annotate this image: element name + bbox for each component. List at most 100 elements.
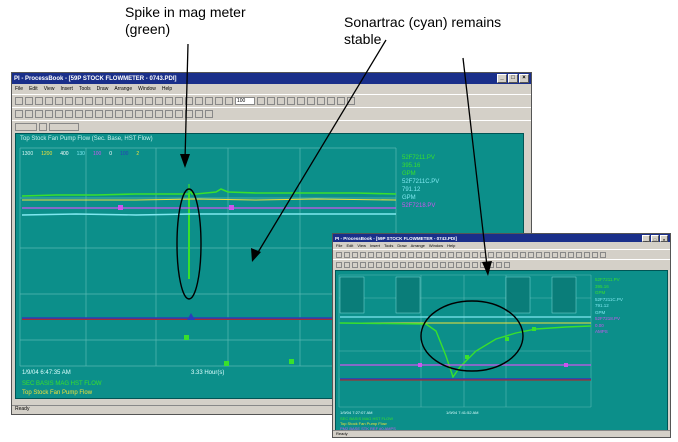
toolbar-button-icon[interactable] <box>287 97 295 105</box>
toolbar-button-icon[interactable] <box>35 97 43 105</box>
toolbar-button-icon[interactable] <box>225 97 233 105</box>
menu-item[interactable]: View <box>357 243 366 248</box>
toolbar-button-icon[interactable] <box>336 251 342 258</box>
toolbar-button-icon[interactable] <box>336 261 342 268</box>
toolbar-button-icon[interactable] <box>165 110 173 118</box>
toolbar-button-icon[interactable] <box>368 251 374 258</box>
menu-item[interactable]: Arrange <box>411 243 425 248</box>
toolbar-button-icon[interactable] <box>504 251 510 258</box>
toolbar-button-icon[interactable] <box>125 97 133 105</box>
toolbar-button-icon[interactable] <box>344 261 350 268</box>
zoom-title-bar[interactable]: PI - ProcessBook - [59P STOCK FLOWMETER … <box>333 234 670 242</box>
toolbar-button-icon[interactable] <box>65 97 73 105</box>
toolbar-button-icon[interactable] <box>360 251 366 258</box>
toolbar-button-icon[interactable] <box>205 110 213 118</box>
toolbar-button-icon[interactable] <box>544 251 550 258</box>
toolbar-button-icon[interactable] <box>552 251 558 258</box>
toolbar-button-icon[interactable] <box>105 97 113 105</box>
toolbar-button-icon[interactable] <box>155 110 163 118</box>
toolbar-button-icon[interactable] <box>25 97 33 105</box>
toolbar-button-icon[interactable] <box>480 261 486 268</box>
toolbar-button-icon[interactable] <box>384 251 390 258</box>
toolbar-button-icon[interactable] <box>432 251 438 258</box>
toolbar-button-icon[interactable] <box>456 261 462 268</box>
menu-item[interactable]: Help <box>162 86 172 92</box>
toolbar-button-icon[interactable] <box>45 110 53 118</box>
toolbar-button-icon[interactable] <box>376 251 382 258</box>
toolbar-button-icon[interactable] <box>392 251 398 258</box>
menu-item[interactable]: Insert <box>370 243 380 248</box>
toolbar-button-icon[interactable] <box>267 97 275 105</box>
toolbar-button-icon[interactable] <box>25 110 33 118</box>
toolbar-button-icon[interactable] <box>416 251 422 258</box>
toolbar-button-icon[interactable] <box>337 97 345 105</box>
toolbar-button-icon[interactable] <box>15 97 23 105</box>
toolbar-button-icon[interactable] <box>115 110 123 118</box>
toolbar-button-icon[interactable] <box>400 251 406 258</box>
toolbar-button-icon[interactable] <box>15 110 23 118</box>
toolbar-button-icon[interactable] <box>520 251 526 258</box>
pen-select-button[interactable] <box>39 122 47 131</box>
toolbar-button-icon[interactable] <box>464 261 470 268</box>
toolbar-button-icon[interactable] <box>408 251 414 258</box>
toolbar-button-icon[interactable] <box>432 261 438 268</box>
toolbar-button-icon[interactable] <box>600 251 606 258</box>
toolbar-button-icon[interactable] <box>440 261 446 268</box>
toolbar-button-icon[interactable] <box>85 110 93 118</box>
main-title-bar[interactable]: PI - ProcessBook - [59P STOCK FLOWMETER … <box>12 73 531 84</box>
toolbar-button-icon[interactable] <box>576 251 582 258</box>
toolbar-button-icon[interactable] <box>528 251 534 258</box>
toolbar-button-icon[interactable] <box>536 251 542 258</box>
toolbar-button-icon[interactable] <box>408 261 414 268</box>
toolbar-button-icon[interactable] <box>376 261 382 268</box>
toolbar-button-icon[interactable] <box>456 251 462 258</box>
toolbar-button-icon[interactable] <box>145 110 153 118</box>
toolbar-button-icon[interactable] <box>392 261 398 268</box>
toolbar-button-icon[interactable] <box>352 251 358 258</box>
toolbar-button-icon[interactable] <box>307 97 315 105</box>
menu-item[interactable]: Window <box>429 243 443 248</box>
toolbar-button-icon[interactable] <box>360 261 366 268</box>
toolbar-button-icon[interactable] <box>185 97 193 105</box>
zoom-minimize-icon[interactable]: _ <box>642 234 650 242</box>
toolbar-button-icon[interactable] <box>344 251 350 258</box>
toolbar-button-icon[interactable] <box>55 97 63 105</box>
zoom-close-icon[interactable]: × <box>660 234 668 242</box>
toolbar-button-icon[interactable] <box>35 110 43 118</box>
menu-item[interactable]: Help <box>447 243 455 248</box>
menu-item[interactable]: Tools <box>79 86 91 92</box>
toolbar-button-icon[interactable] <box>205 97 213 105</box>
toolbar-button-icon[interactable] <box>75 110 83 118</box>
menu-item[interactable]: Edit <box>346 243 353 248</box>
toolbar-button-icon[interactable] <box>416 261 422 268</box>
toolbar-button-icon[interactable] <box>65 110 73 118</box>
toolbar-button-icon[interactable] <box>400 261 406 268</box>
zoom-level-field[interactable]: 100 <box>235 97 255 105</box>
toolbar-button-icon[interactable] <box>512 251 518 258</box>
close-icon[interactable]: × <box>519 74 529 83</box>
toolbar-button-icon[interactable] <box>488 261 494 268</box>
zoom-maximize-icon[interactable]: □ <box>651 234 659 242</box>
toolbar-button-icon[interactable] <box>165 97 173 105</box>
menu-item[interactable]: Draw <box>97 86 109 92</box>
toolbar-button-icon[interactable] <box>424 261 430 268</box>
toolbar-button-icon[interactable] <box>55 110 63 118</box>
menu-item[interactable]: Draw <box>397 243 406 248</box>
toolbar-button-icon[interactable] <box>568 251 574 258</box>
menu-item[interactable]: Tools <box>384 243 393 248</box>
toolbar-button-icon[interactable] <box>488 251 494 258</box>
toolbar-button-icon[interactable] <box>504 261 510 268</box>
toolbar-button-icon[interactable] <box>480 251 486 258</box>
toolbar-button-icon[interactable] <box>317 97 325 105</box>
toolbar-button-icon[interactable] <box>95 110 103 118</box>
toolbar-button-icon[interactable] <box>135 97 143 105</box>
toolbar-button-icon[interactable] <box>125 110 133 118</box>
toolbar-button-icon[interactable] <box>448 251 454 258</box>
toolbar-button-icon[interactable] <box>85 97 93 105</box>
menu-item[interactable]: File <box>15 86 23 92</box>
toolbar-button-icon[interactable] <box>584 251 590 258</box>
toolbar-button-icon[interactable] <box>215 97 223 105</box>
menu-item[interactable]: Window <box>138 86 156 92</box>
toolbar-button-icon[interactable] <box>185 110 193 118</box>
toolbar-button-icon[interactable] <box>297 97 305 105</box>
